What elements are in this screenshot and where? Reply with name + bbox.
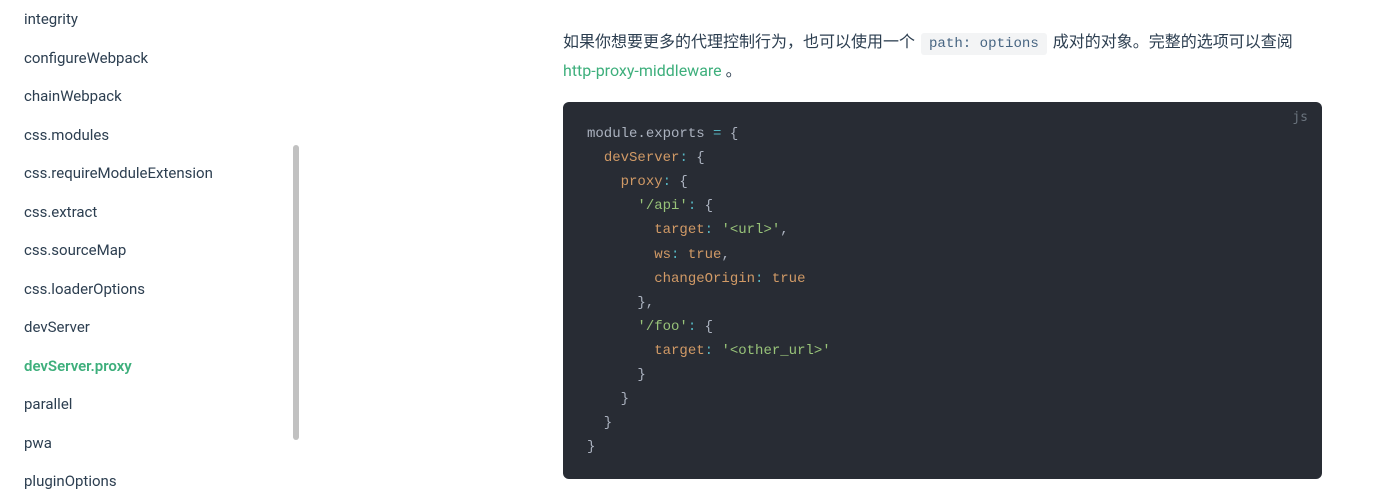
code-token: '<url>'	[721, 222, 780, 238]
code-token: :	[705, 343, 713, 359]
sidebar-item-css-requireModuleExtension[interactable]: css.requireModuleExtension	[24, 154, 279, 193]
code-token: '/foo'	[637, 319, 687, 335]
link-http-proxy-middleware[interactable]: http-proxy-middleware	[563, 61, 722, 80]
code-token: :	[705, 222, 713, 238]
inline-code-path-options: path: options	[921, 33, 1047, 55]
code-token: :	[663, 174, 671, 190]
sidebar-item-css-loaderOptions[interactable]: css.loaderOptions	[24, 270, 279, 309]
sidebar-item-configureWebpack[interactable]: configureWebpack	[24, 39, 279, 78]
code-token	[679, 247, 687, 263]
code-token	[587, 319, 637, 335]
sidebar-item-pluginOptions[interactable]: pluginOptions	[24, 462, 279, 501]
code-token: ws	[654, 247, 671, 263]
code-token: :	[688, 319, 696, 335]
sidebar-inner: integrityconfigureWebpackchainWebpackcss…	[24, 0, 303, 503]
sidebar-nav-list: integrityconfigureWebpackchainWebpackcss…	[24, 0, 279, 501]
code-token	[587, 198, 637, 214]
code-token: .	[637, 126, 645, 142]
code-token: target	[654, 222, 704, 238]
code-block: js module.exports = { devServer: { proxy…	[563, 102, 1322, 479]
code-token: changeOrigin	[654, 271, 755, 287]
code-token: :	[679, 150, 687, 166]
code-token: exports	[646, 126, 713, 142]
code-token: }	[587, 415, 612, 431]
code-token	[587, 222, 654, 238]
code-lang-label: js	[1292, 110, 1308, 125]
sidebar-item-parallel[interactable]: parallel	[24, 385, 279, 424]
sidebar-item-integrity[interactable]: integrity	[24, 0, 279, 39]
code-token: ,	[780, 222, 788, 238]
sidebar-item-css-sourceMap[interactable]: css.sourceMap	[24, 231, 279, 270]
code-token	[587, 174, 621, 190]
code-token: {	[696, 319, 713, 335]
main-content: 如果你想要更多的代理控制行为，也可以使用一个 path: options 成对的…	[303, 0, 1382, 503]
code-token: ,	[721, 247, 729, 263]
code-token	[587, 271, 654, 287]
intro-paragraph: 如果你想要更多的代理控制行为，也可以使用一个 path: options 成对的…	[563, 28, 1322, 84]
code-pre: module.exports = { devServer: { proxy: {…	[563, 102, 1322, 479]
paragraph-text-middle: 成对的对象。完整的选项可以查阅	[1053, 32, 1293, 51]
code-token: '/api'	[637, 198, 687, 214]
code-token	[587, 247, 654, 263]
code-token: {	[696, 198, 713, 214]
code-token: true	[688, 247, 722, 263]
sidebar-item-css-extract[interactable]: css.extract	[24, 193, 279, 232]
sidebar-item-css-modules[interactable]: css.modules	[24, 116, 279, 155]
code-token: },	[587, 295, 654, 311]
sidebar-item-chainWebpack[interactable]: chainWebpack	[24, 77, 279, 116]
sidebar: integrityconfigureWebpackchainWebpackcss…	[0, 0, 303, 503]
code-token: true	[772, 271, 806, 287]
code-token: proxy	[621, 174, 663, 190]
sidebar-item-devServer-proxy[interactable]: devServer.proxy	[24, 347, 279, 386]
code-token: {	[721, 126, 738, 142]
code-token	[587, 343, 654, 359]
code-token	[587, 150, 604, 166]
code-token: {	[688, 150, 705, 166]
code-token: devServer	[604, 150, 680, 166]
code-token: target	[654, 343, 704, 359]
scrollbar-thumb[interactable]	[293, 145, 299, 440]
code-token: '<other_url>'	[721, 343, 830, 359]
paragraph-text-after: 。	[726, 61, 742, 80]
sidebar-item-pwa[interactable]: pwa	[24, 424, 279, 463]
code-token: :	[688, 198, 696, 214]
paragraph-text-before: 如果你想要更多的代理控制行为，也可以使用一个	[563, 32, 919, 51]
sidebar-item-devServer[interactable]: devServer	[24, 308, 279, 347]
code-token	[763, 271, 771, 287]
code-token: }	[587, 367, 646, 383]
code-token: }	[587, 439, 595, 455]
code-token: }	[587, 391, 629, 407]
code-token: module	[587, 126, 637, 142]
code-token: {	[671, 174, 688, 190]
